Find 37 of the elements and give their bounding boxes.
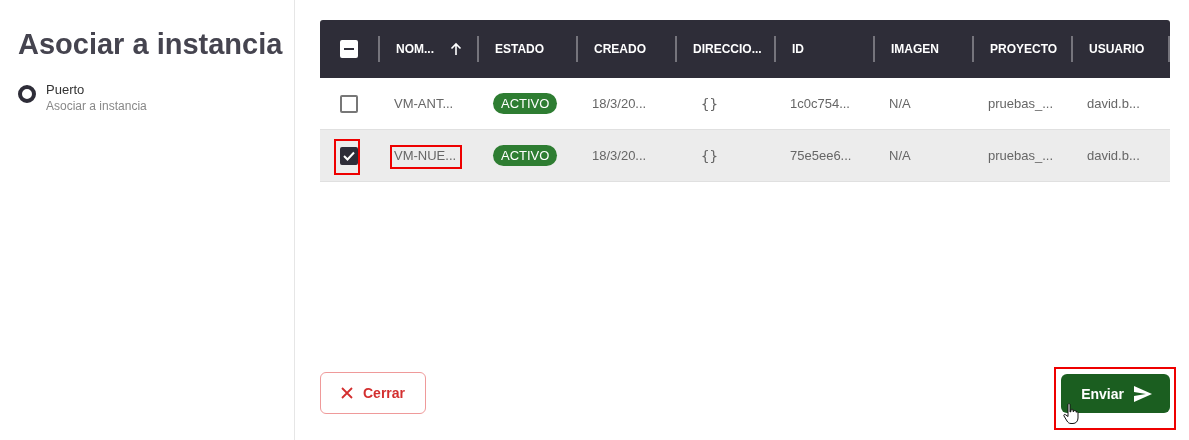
table-cell: N/A bbox=[889, 96, 911, 111]
column-header[interactable]: PROYECTO bbox=[990, 42, 1058, 56]
send-icon bbox=[1134, 385, 1152, 402]
column-header[interactable]: CREADO bbox=[594, 42, 646, 56]
column-header[interactable]: IMAGEN bbox=[891, 42, 939, 56]
step-description: Asociar a instancia bbox=[46, 98, 147, 114]
column-header[interactable]: ID bbox=[792, 42, 804, 56]
table-cell: {} bbox=[701, 95, 718, 112]
status-badge: ACTIVO bbox=[493, 145, 558, 166]
column-header[interactable]: DIRECCIO... bbox=[693, 42, 762, 56]
column-header[interactable]: USUARIO bbox=[1089, 42, 1145, 56]
table-cell: 75e5ee6... bbox=[790, 148, 852, 163]
table-cell: pruebas_... bbox=[988, 96, 1054, 111]
close-button[interactable]: Cerrar bbox=[320, 372, 427, 414]
column-header[interactable]: NOM... bbox=[396, 42, 434, 56]
checkbox[interactable] bbox=[340, 146, 358, 165]
table-cell: {} bbox=[701, 147, 718, 164]
check-icon bbox=[343, 150, 355, 161]
table-cell: N/A bbox=[889, 148, 911, 163]
table-row[interactable]: VM-NUE... ACTIVO 18/3/20... {} 75e5ee6... N/A pruebas_... david.b... bbox=[320, 130, 1170, 182]
status-badge: ACTIVO bbox=[493, 93, 558, 114]
table-cell: VM-ANT... bbox=[394, 96, 454, 111]
table-cell: 18/3/20... bbox=[592, 148, 647, 163]
table-cell: david.b... bbox=[1087, 148, 1140, 163]
table-cell: 18/3/20... bbox=[592, 96, 647, 111]
table-cell: VM-NUE... bbox=[394, 148, 457, 163]
table-cell: 1c0c754... bbox=[790, 96, 850, 111]
close-icon bbox=[341, 387, 353, 399]
hand-cursor-icon bbox=[1063, 403, 1080, 425]
send-button[interactable]: Enviar bbox=[1061, 374, 1170, 413]
column-header[interactable]: ESTADO bbox=[495, 42, 545, 56]
step-label: Puerto bbox=[46, 82, 86, 98]
table-cell: pruebas_... bbox=[988, 148, 1054, 163]
checkbox[interactable] bbox=[340, 94, 358, 113]
step-indicator[interactable] bbox=[18, 85, 36, 103]
page-title: Asociar a instancia bbox=[18, 27, 284, 62]
table-cell: david.b... bbox=[1087, 96, 1140, 111]
